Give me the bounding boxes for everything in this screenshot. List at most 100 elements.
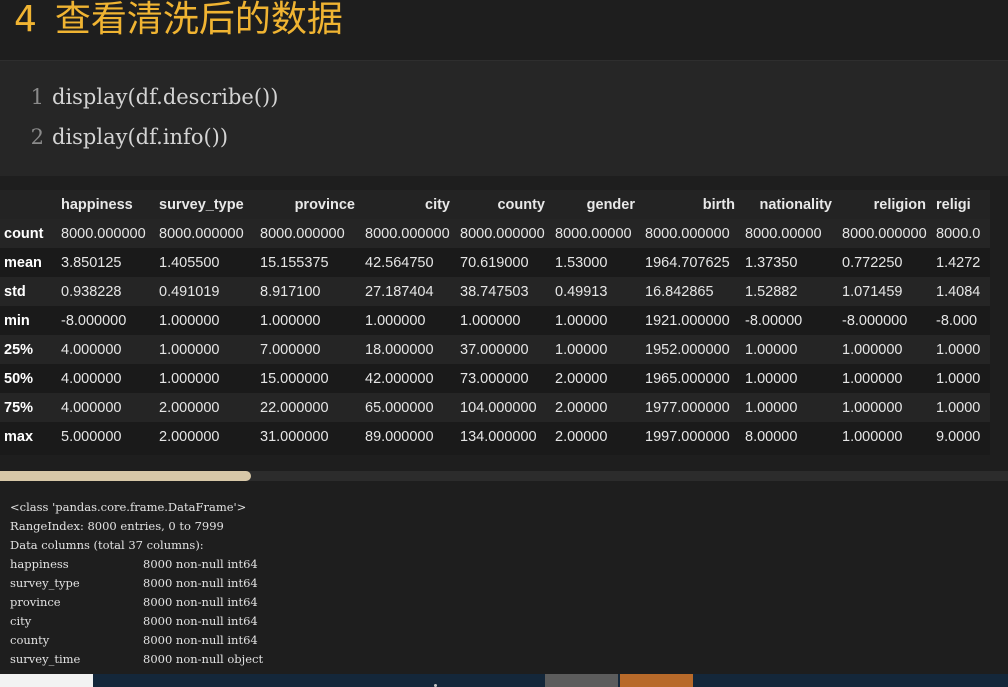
table-cell: 8000.000000 [460,225,545,242]
taskbar-item[interactable] [0,674,93,687]
table-cell: 8000.000000 [365,225,450,242]
markdown-heading-cell[interactable]: 4 查看清洗后的数据 [0,0,1008,52]
table-cell: 1.000000 [365,312,426,329]
table-cell: 1.000000 [159,312,220,329]
column-header: city [359,190,454,219]
table-cell: 8.00000 [745,428,798,445]
row-label: mean [4,254,42,271]
table-cell: 70.619000 [460,254,529,271]
row-label: std [4,283,26,300]
column-header: county [454,190,549,219]
heading-number: 4 [14,0,37,40]
column-header: birth [639,190,739,219]
table-corner-header [0,190,55,219]
table-cell: 1.000000 [260,312,321,329]
table-cell: 22.000000 [260,399,329,416]
table-cell: 4.000000 [61,370,122,387]
table-cell: 1.071459 [842,283,903,300]
table-cell: 1.00000 [745,399,798,416]
code-cell[interactable]: 1 display(df.describe()) 2 display(df.info… [0,60,1008,176]
table-cell: 0.491019 [159,283,220,300]
table-cell: 8000.000000 [61,225,146,242]
taskbar-item[interactable] [545,674,618,687]
row-label: max [4,428,34,445]
column-header: religi [930,190,990,219]
table-header-row: happiness survey_type province city county ge… [0,190,990,219]
table-cell: 8000.00000 [555,225,632,242]
table-cell: 15.000000 [260,370,329,387]
table-cell: 1977.000000 [645,399,730,416]
taskbar-item[interactable] [620,674,693,687]
table-cell: 42.564750 [365,254,434,271]
section-heading: 4 查看清洗后的数据 [14,0,343,46]
info-column-name: survey_time [10,652,81,666]
table-cell: 8.917100 [260,283,321,300]
info-column-name: survey_type [10,576,80,590]
horizontal-scrollbar[interactable] [0,471,1008,481]
table-cell: 1.000000 [460,312,521,329]
table-cell: -8.000000 [842,312,908,329]
table-cell: 0.772250 [842,254,903,271]
column-header: province [254,190,359,219]
heading-title: 查看清洗后的数据 [54,0,343,40]
table-cell: 1.000000 [842,428,903,445]
table-cell: 1.4084 [936,283,981,300]
table-cell: 2.00000 [555,428,608,445]
table-row: std 0.938228 0.491019 8.917100 27.187404 38.7… [0,277,990,306]
table-cell: 9.0000 [936,428,981,445]
row-label: count [4,225,44,242]
table-cell: 1.37350 [745,254,798,271]
table-cell: 1.405500 [159,254,220,271]
line-number: 2 [30,125,44,149]
table-cell: 1964.707625 [645,254,730,271]
column-header: nationality [739,190,836,219]
table-cell: 7.000000 [260,341,321,358]
table-cell: 1.00000 [555,341,608,358]
table-cell: 2.000000 [159,428,220,445]
table-cell: 1.00000 [555,312,608,329]
table-cell: 1.00000 [745,341,798,358]
table-cell: 1.0000 [936,399,981,416]
info-class-line: <class 'pandas.core.frame.DataFrame'> [10,500,247,514]
table-cell: 8000.000000 [159,225,244,242]
row-label: 50% [4,370,34,387]
table-cell: 8000.000000 [842,225,927,242]
row-label: 25% [4,341,34,358]
table-row: count 8000.000000 8000.000000 8000.000000 80… [0,219,990,248]
table-cell: 8000.0 [936,225,981,242]
table-row: mean 3.850125 1.405500 15.155375 42.564750 70… [0,248,990,277]
table-row: 75% 4.000000 2.000000 22.000000 65.000000 104… [0,393,990,422]
info-column-detail: 8000 non-null int64 [143,614,258,628]
info-column-name: city [10,614,32,628]
code-text: display(df.info()) [52,125,229,149]
column-header: gender [549,190,639,219]
column-header: happiness [55,190,153,219]
column-header: religion [836,190,930,219]
info-range-line: RangeIndex: 8000 entries, 0 to 7999 [10,519,224,533]
line-number: 1 [30,85,44,109]
table-cell: 8000.00000 [745,225,822,242]
info-column-detail: 8000 non-null int64 [143,595,258,609]
info-column-name: province [10,595,61,609]
scrollbar-thumb[interactable] [0,471,251,481]
table-cell: 65.000000 [365,399,434,416]
describe-output[interactable]: happiness survey_type province city county ge… [0,190,990,455]
table-row: max 5.000000 2.000000 31.000000 89.000000 134… [0,422,990,451]
table-cell: 38.747503 [460,283,529,300]
info-output: <class 'pandas.core.frame.DataFrame'> Ra… [0,490,1008,675]
table-row: 25% 4.000000 1.000000 7.000000 18.000000 37.0… [0,335,990,364]
table-cell: 27.187404 [365,283,434,300]
code-line-1: 1 display(df.describe()) [0,77,279,117]
table-cell: 134.000000 [460,428,537,445]
table-cell: -8.00000 [745,312,803,329]
info-column-name: happiness [10,557,69,571]
table-cell: -8.000 [936,312,978,329]
table-cell: 8000.000000 [260,225,345,242]
table-cell: 2.00000 [555,399,608,416]
table-cell: 1.00000 [745,370,798,387]
table-cell: 16.842865 [645,283,714,300]
info-columns-line: Data columns (total 37 columns): [10,538,204,552]
row-label: min [4,312,30,329]
describe-table: happiness survey_type province city county ge… [0,190,990,451]
table-cell: 2.000000 [159,399,220,416]
